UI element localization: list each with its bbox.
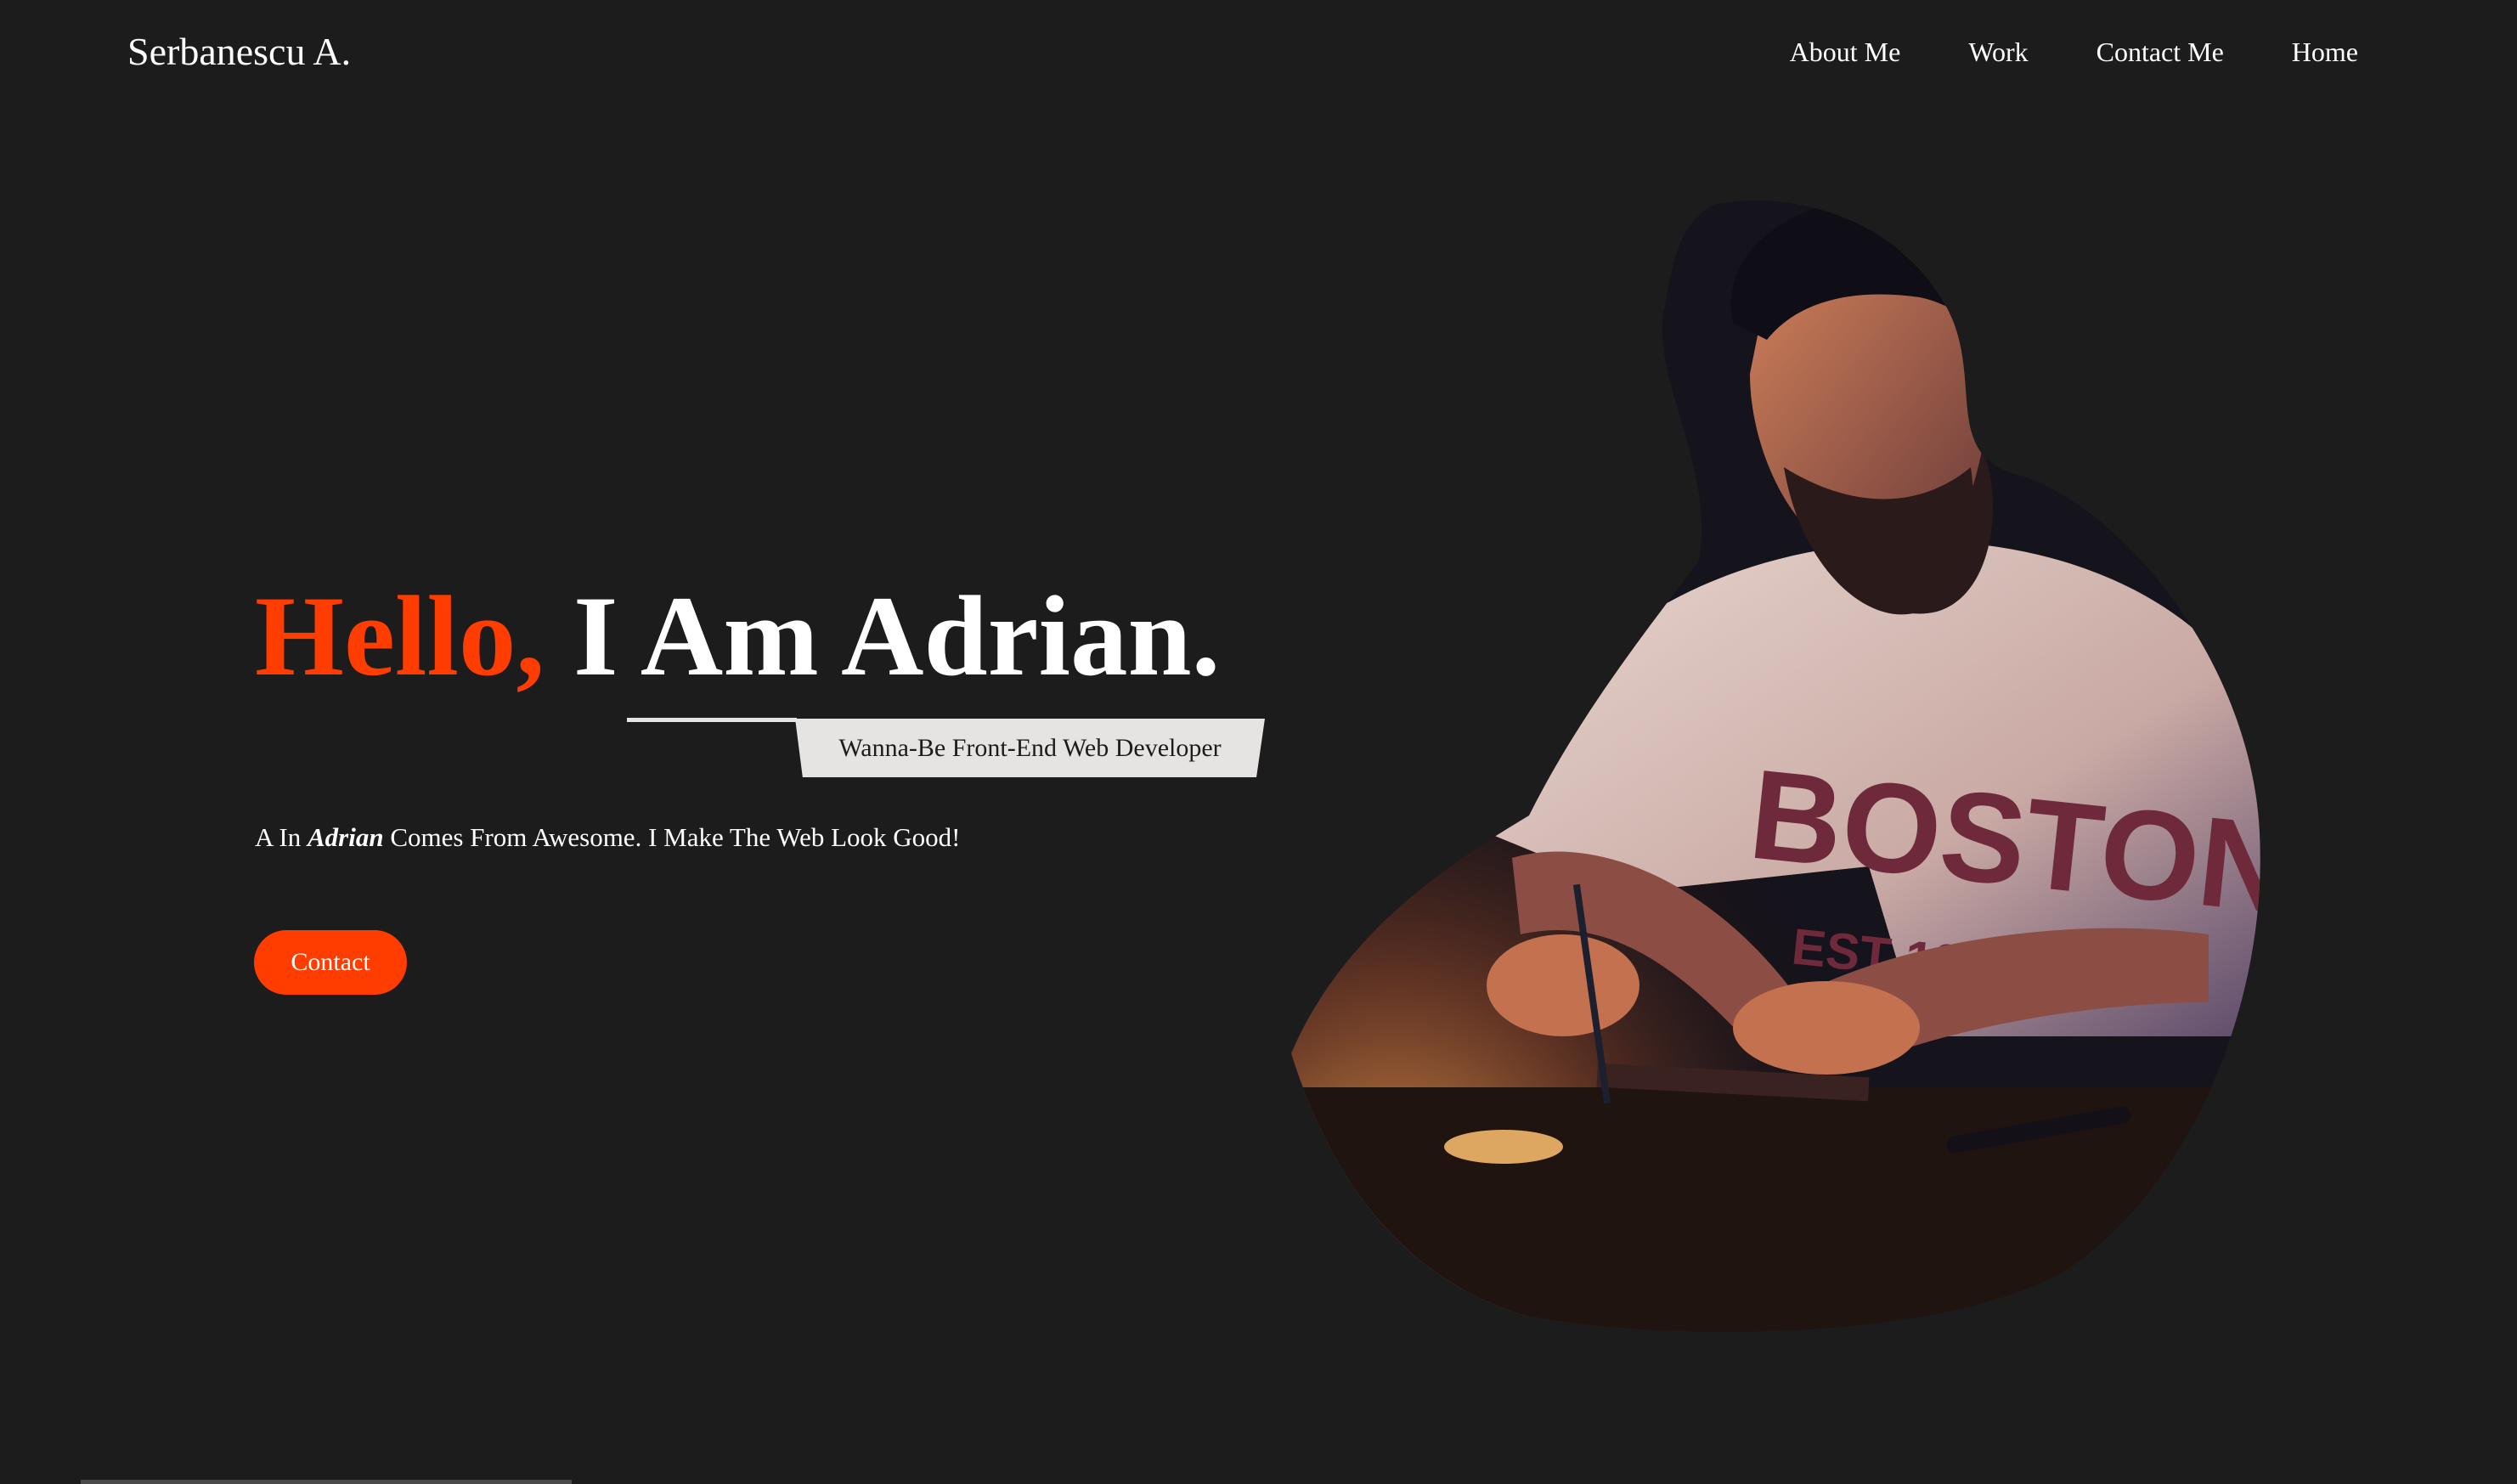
hero-title-greeting: Hello, <box>255 573 545 700</box>
subtitle-tag: Wanna-Be Front-End Web Developer <box>795 719 1265 777</box>
nav-links: About Me Work Contact Me Home <box>1790 32 2358 71</box>
tagline-suffix: Comes From Awesome. I Make The Web Look … <box>390 822 961 852</box>
hero-title: Hello, I Am Adrian. <box>255 569 1220 705</box>
top-navbar: Serbanescu A. About Me Work Contact Me H… <box>0 0 2517 102</box>
nav-home[interactable]: Home <box>2292 32 2358 71</box>
tagline-prefix: A In <box>255 822 302 852</box>
scroll-indicator <box>81 1480 572 1484</box>
tagline-name: Adrian <box>308 822 384 852</box>
hero-tagline: A In Adrian Comes From Awesome. I Make T… <box>255 817 960 858</box>
hero-title-name: I Am Adrian. <box>573 573 1221 700</box>
subtitle-underline <box>627 718 797 722</box>
nav-about-me[interactable]: About Me <box>1790 32 1901 71</box>
contact-button[interactable]: Contact <box>254 930 407 995</box>
nav-contact-me[interactable]: Contact Me <box>2097 32 2224 71</box>
brand-logo[interactable]: Serbanescu A. <box>127 25 351 78</box>
nav-work[interactable]: Work <box>1968 32 2028 71</box>
portrait-photo: BOSTON EST 19 <box>1291 200 2260 1332</box>
